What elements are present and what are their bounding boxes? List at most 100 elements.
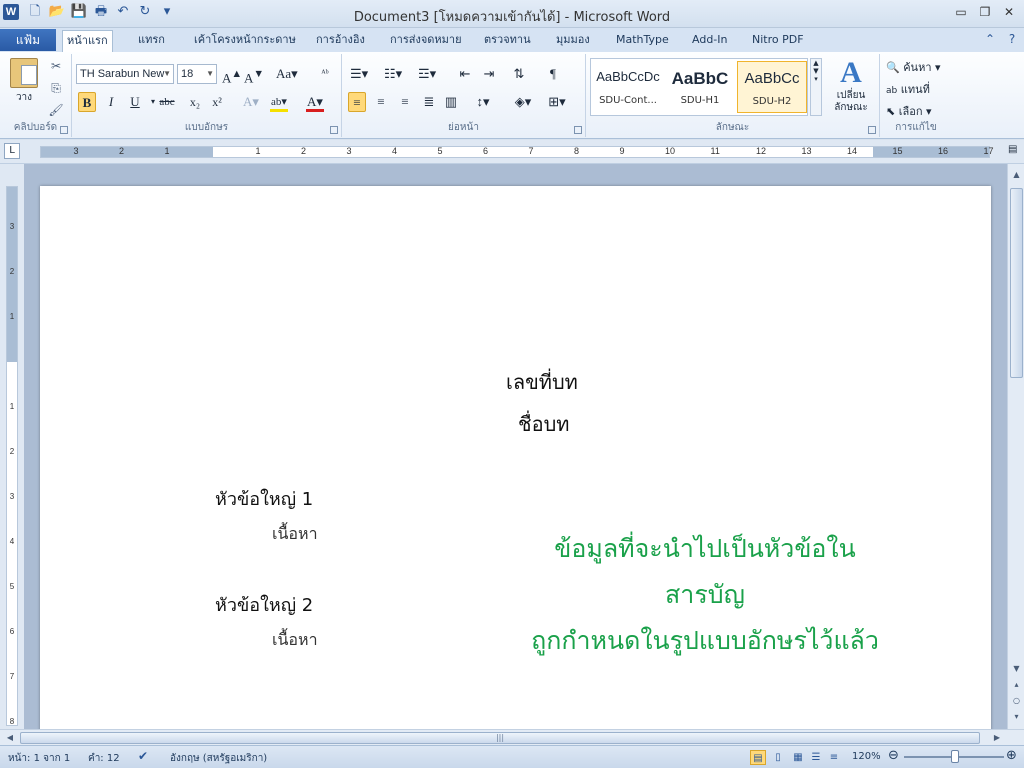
browse-object-icon[interactable]: ○	[1010, 694, 1023, 708]
change-case-icon[interactable]: Aa▾	[276, 64, 298, 84]
strikethrough-icon[interactable]: abc	[158, 92, 176, 112]
scroll-down-icon[interactable]: ▼	[1010, 662, 1023, 676]
font-color-icon[interactable]: A▾	[306, 92, 324, 112]
tab-page-layout[interactable]: เค้าโครงหน้ากระดาษ	[190, 30, 300, 52]
tab-references[interactable]: การอ้างอิง	[312, 30, 369, 52]
highlight-icon[interactable]: ab▾	[270, 92, 288, 112]
font-name-box[interactable]: TH Sarabun New ▼	[76, 64, 174, 84]
scroll-up-icon[interactable]: ▲	[1010, 168, 1023, 182]
tab-view[interactable]: มุมมอง	[552, 30, 594, 52]
clear-formatting-icon[interactable]: ᴬᵇ	[316, 64, 334, 84]
tab-home[interactable]: หน้าแรก	[62, 30, 113, 52]
cut-icon[interactable]: ✂	[48, 58, 64, 74]
replace-button[interactable]: ab แทนที่	[886, 80, 930, 98]
next-page-icon[interactable]: ▾	[1010, 710, 1023, 724]
borders-icon[interactable]: ⊞▾	[548, 92, 566, 112]
zoom-out-icon[interactable]: ⊖	[888, 748, 899, 763]
help-icon[interactable]: ?	[1004, 31, 1020, 47]
change-styles-button[interactable]: A เปลี่ยน ลักษณะ	[826, 56, 876, 114]
ruler-track[interactable]: 3 2 1 1 2 3 4 5 6 7 8 9 10 11 12 13 14 15 16 17	[40, 146, 994, 158]
proofing-icon[interactable]: ✔	[138, 749, 148, 763]
bullets-icon[interactable]: ☰▾	[350, 64, 368, 84]
vertical-scrollbar[interactable]: ▲ ▼ ▴ ○ ▾	[1007, 164, 1024, 729]
paragraph-launcher-icon[interactable]	[574, 126, 582, 134]
decrease-indent-icon[interactable]: ⇤	[456, 64, 474, 84]
web-layout-icon[interactable]: ▦	[790, 750, 806, 765]
shading-icon[interactable]: ◈▾	[514, 92, 532, 112]
align-center-icon[interactable]: ≡	[372, 92, 390, 112]
restore-icon[interactable]: ❐	[976, 4, 994, 20]
select-button[interactable]: ⬉ เลือก ▾	[886, 102, 932, 120]
text-effects-icon[interactable]: A▾	[242, 92, 260, 112]
thai-distributed-icon[interactable]: ▥	[442, 92, 460, 112]
show-formatting-icon[interactable]: ¶	[544, 64, 562, 84]
tab-mathtype[interactable]: MathType	[612, 30, 673, 52]
grow-font-icon[interactable]: A▲	[222, 64, 242, 85]
print-layout-icon[interactable]: ▤	[750, 750, 766, 765]
tab-add-in[interactable]: Add-In	[688, 30, 731, 52]
tab-review[interactable]: ตรวจทาน	[480, 30, 535, 52]
find-button[interactable]: 🔍 ค้นหา ▾	[886, 58, 941, 76]
font-size-box[interactable]: 18 ▼	[177, 64, 217, 84]
chapter-number-text[interactable]: เลขที่บท	[506, 366, 578, 398]
heading-2-text[interactable]: หัวข้อใหญ่ 2	[215, 590, 313, 619]
body-text[interactable]: เนื้อหา	[272, 522, 318, 547]
horizontal-scroll-thumb[interactable]: |||	[20, 732, 980, 744]
clipboard-launcher-icon[interactable]	[60, 126, 68, 134]
font-launcher-icon[interactable]	[330, 126, 338, 134]
format-painter-icon[interactable]: 🖌	[48, 102, 64, 118]
italic-icon[interactable]: I	[102, 92, 120, 112]
zoom-in-icon[interactable]: ⊕	[1006, 748, 1017, 763]
tab-selector-icon[interactable]: L	[4, 143, 20, 159]
full-screen-reading-icon[interactable]: ▯	[770, 750, 786, 765]
language-indicator[interactable]: อังกฤษ (สหรัฐอเมริกา)	[170, 751, 267, 766]
page-count[interactable]: หน้า: 1 จาก 1	[8, 751, 70, 766]
draft-view-icon[interactable]: ≡	[826, 750, 842, 765]
styles-gallery-scroll[interactable]: ▲ ▼ ▾	[810, 58, 822, 116]
word-count[interactable]: คำ: 12	[88, 751, 120, 766]
paste-button[interactable]: วาง	[6, 58, 42, 116]
close-icon[interactable]: ✕	[1000, 4, 1018, 20]
justify-icon[interactable]: ≣	[420, 92, 438, 112]
document-page[interactable]: เลขที่บท ชื่อบท หัวข้อใหญ่ 1 เนื้อหา หัว…	[40, 186, 991, 729]
style-sdu-h2[interactable]: AaBbCc SDU-H2	[737, 61, 807, 113]
align-left-icon[interactable]: ≡	[348, 92, 366, 112]
chapter-title-text[interactable]: ชื่อบท	[518, 408, 569, 440]
view-ruler-icon[interactable]: ▤	[1008, 144, 1022, 160]
document-area[interactable]: เลขที่บท ชื่อบท หัวข้อใหญ่ 1 เนื้อหา หัว…	[24, 164, 1007, 729]
tab-insert[interactable]: แทรก	[134, 30, 169, 52]
heading-1-text[interactable]: หัวข้อใหญ่ 1	[215, 484, 313, 513]
collapse-ribbon-icon[interactable]: ⌃	[982, 31, 998, 47]
align-right-icon[interactable]: ≡	[396, 92, 414, 112]
style-sdu-cont[interactable]: AaBbCcDc SDU-Cont...	[593, 61, 663, 113]
font-name-value: TH Sarabun New	[80, 68, 165, 80]
copy-icon[interactable]: ⎘	[48, 80, 64, 96]
horizontal-scrollbar[interactable]: ◀ ||| ▶	[0, 729, 1024, 745]
scroll-right-icon[interactable]: ▶	[990, 731, 1004, 745]
sort-icon[interactable]: ⇅	[510, 64, 528, 84]
line-spacing-icon[interactable]: ↕▾	[474, 92, 492, 112]
styles-launcher-icon[interactable]	[868, 126, 876, 134]
numbering-icon[interactable]: ☷▾	[384, 64, 402, 84]
vertical-scroll-thumb[interactable]	[1010, 188, 1023, 378]
subscript-icon[interactable]: x₂	[186, 92, 204, 112]
shrink-font-icon[interactable]: A▼	[244, 64, 264, 85]
multilevel-list-icon[interactable]: ☲▾	[418, 64, 436, 84]
increase-indent-icon[interactable]: ⇥	[480, 64, 498, 84]
tab-file[interactable]: แฟ้ม	[0, 29, 56, 51]
tab-mailings[interactable]: การส่งจดหมาย	[386, 30, 466, 52]
scroll-left-icon[interactable]: ◀	[3, 731, 17, 745]
outline-view-icon[interactable]: ☰	[808, 750, 824, 765]
paste-icon	[10, 58, 38, 88]
underline-icon[interactable]: U	[126, 92, 144, 112]
vertical-ruler-track[interactable]: 3 2 1 1 2 3 4 5 6 7 8	[6, 186, 18, 726]
bold-icon[interactable]: B	[78, 92, 96, 112]
minimize-icon[interactable]: ▭	[952, 4, 970, 20]
zoom-level[interactable]: 120%	[852, 751, 881, 762]
previous-page-icon[interactable]: ▴	[1010, 678, 1023, 692]
tab-nitro-pdf[interactable]: Nitro PDF	[748, 30, 808, 52]
style-sdu-h1[interactable]: AaBbC SDU-H1	[665, 61, 735, 113]
zoom-slider-thumb[interactable]	[951, 750, 959, 763]
superscript-icon[interactable]: x²	[208, 92, 226, 112]
body-text[interactable]: เนื้อหา	[272, 628, 318, 653]
